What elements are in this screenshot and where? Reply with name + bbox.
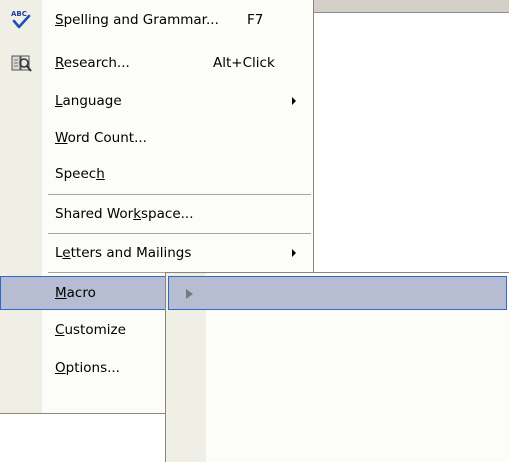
menu-item-label: Customize [55, 322, 126, 338]
play-arrow-icon [179, 283, 201, 305]
macro-submenu [165, 272, 509, 462]
menu-item-shared-workspace[interactable]: Shared Workspace... [0, 196, 313, 232]
research-book-icon [10, 52, 32, 74]
menu-item-label: Research... [55, 55, 130, 71]
menu-item-label: Letters and Mailings [55, 245, 192, 261]
submenu-item-macros[interactable] [168, 276, 507, 310]
menu-separator [48, 194, 311, 195]
menu-item-shortcut: Alt+Click [213, 55, 275, 71]
menu-item-research[interactable]: Research... Alt+Click [0, 45, 313, 81]
menu-item-label: Language [55, 93, 122, 109]
menu-item-shortcut: F7 [247, 12, 264, 28]
menu-item-word-count[interactable]: Word Count... [0, 120, 313, 156]
menu-item-spelling-and-grammar[interactable]: ABC Spelling and Grammar... F7 [0, 2, 313, 38]
menu-item-label: Spelling and Grammar... [55, 12, 219, 28]
menu-item-label: Options... [55, 360, 120, 376]
menu-item-speech[interactable]: Speech [0, 156, 313, 192]
menu-separator [48, 233, 311, 234]
menu-item-label: Macro [55, 285, 96, 301]
menu-item-label: Speech [55, 166, 105, 182]
spelling-abc-icon: ABC [10, 8, 32, 30]
menu-item-label: Word Count... [55, 130, 147, 146]
submenu-arrow-icon [292, 249, 296, 257]
submenu-arrow-icon [292, 97, 296, 105]
menu-item-letters-and-mailings[interactable]: Letters and Mailings [0, 235, 313, 271]
menu-item-label: Shared Workspace... [55, 206, 194, 222]
menu-item-language[interactable]: Language [0, 83, 313, 119]
svg-text:ABC: ABC [11, 10, 27, 18]
